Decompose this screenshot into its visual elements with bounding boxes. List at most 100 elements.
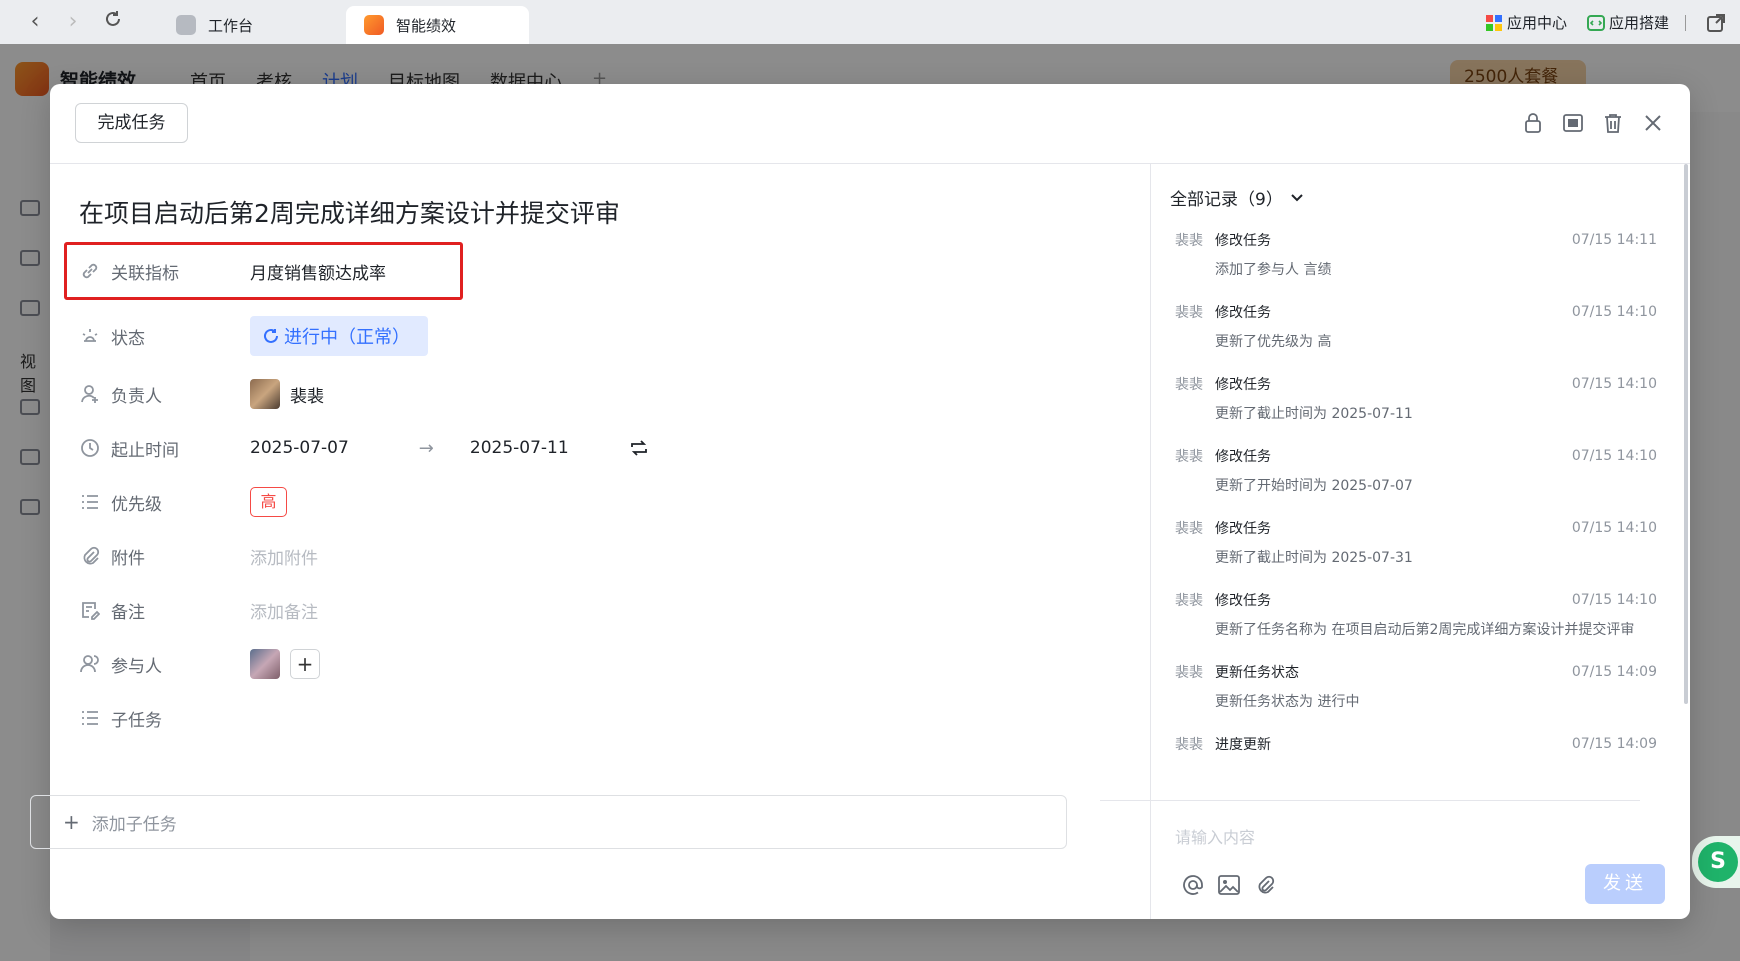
records-filter[interactable]: 全部记录（9）: [1170, 185, 1305, 210]
records-list: 裴裴 修改任务 07/15 14:11 添加了参与人 言绩 裴裴 修改任务 07/15 …: [1175, 222, 1657, 790]
record-user: 裴裴: [1175, 305, 1203, 321]
divider: [1685, 14, 1686, 31]
end-date[interactable]: 2025-07-11: [470, 438, 569, 458]
participant-avatar[interactable]: [250, 649, 280, 679]
record-item: 裴裴 进度更新 07/15 14:09: [1175, 726, 1657, 762]
image-icon[interactable]: [1216, 872, 1242, 898]
app-builder-icon: [1586, 14, 1605, 31]
record-user: 裴裴: [1175, 665, 1203, 681]
link-icon: [79, 260, 101, 282]
status-pill[interactable]: 进行中（正常）: [250, 316, 428, 356]
record-time: 07/15 14:10: [1571, 592, 1657, 608]
send-button[interactable]: 发送: [1585, 864, 1665, 904]
chevron-down-icon: [1291, 193, 1303, 201]
record-time: 07/15 14:11: [1571, 232, 1657, 248]
record-desc: 添加了参与人 言绩: [1215, 262, 1332, 278]
owner-name: 裴裴: [290, 386, 324, 407]
record-item: 裴裴 修改任务 07/15 14:10 更新了截止时间为 2025-07-31: [1175, 510, 1657, 570]
record-item: 裴裴 修改任务 07/15 14:10 更新了任务名称为 在项目启动后第2周完成详细…: [1175, 582, 1657, 642]
plus-icon: +: [63, 810, 80, 834]
status-icon: [79, 325, 101, 347]
records-header: 全部记录（9）: [1170, 190, 1283, 210]
priority-tag[interactable]: 高: [250, 487, 287, 517]
add-subtask-label: 添加子任务: [91, 814, 177, 835]
field-label: 关联指标: [111, 263, 179, 284]
record-desc: 更新了截止时间为 2025-07-31: [1215, 550, 1413, 566]
refresh-icon[interactable]: [100, 9, 126, 35]
field-linked-metric[interactable]: 关联指标 月度销售额达成率: [79, 251, 1139, 291]
record-action: 修改任务: [1215, 449, 1271, 465]
linked-metric-value[interactable]: 月度销售额达成率: [250, 259, 386, 284]
tab-label: 智能绩效: [396, 16, 457, 35]
comment-input[interactable]: 请输入内容: [1175, 824, 1255, 848]
field-priority: 优先级 高: [79, 482, 1139, 522]
note-icon: [79, 599, 101, 621]
assistant-fab[interactable]: S: [1692, 836, 1740, 888]
app-builder-label: 应用搭建: [1608, 14, 1669, 32]
users-icon: [79, 653, 101, 675]
record-user: 裴裴: [1175, 449, 1203, 465]
field-label: 负责人: [111, 386, 162, 407]
record-desc: 更新了开始时间为 2025-07-07: [1215, 478, 1413, 494]
record-desc: 更新了截止时间为 2025-07-11: [1215, 406, 1413, 422]
record-time: 07/15 14:10: [1571, 448, 1657, 464]
tab-label: 工作台: [208, 16, 254, 35]
record-user: 裴裴: [1175, 737, 1203, 753]
record-item: 裴裴 修改任务 07/15 14:10 更新了开始时间为 2025-07-07: [1175, 438, 1657, 498]
field-label: 附件: [111, 548, 145, 569]
field-label: 参与人: [111, 656, 162, 677]
record-desc: 更新了优先级为 高: [1215, 334, 1332, 350]
attachment-icon[interactable]: [1252, 872, 1278, 898]
record-time: 07/15 14:10: [1571, 376, 1657, 392]
record-desc: 更新任务状态为 进行中: [1215, 694, 1360, 710]
record-time: 07/15 14:09: [1571, 736, 1657, 752]
app-center-label: 应用中心: [1506, 14, 1567, 32]
forward-icon[interactable]: ›: [60, 9, 86, 35]
divider: [1100, 800, 1640, 801]
open-external-icon[interactable]: [1706, 13, 1726, 33]
field-attachment: 附件 添加附件: [79, 536, 1139, 576]
browser-toolbar: ‹ › 工作台 智能绩效 应用中心 应用搭建: [0, 0, 1740, 44]
record-user: 裴裴: [1175, 233, 1203, 249]
arrow-right-icon: →: [418, 437, 434, 459]
record-item: 裴裴 修改任务 07/15 14:11 添加了参与人 言绩: [1175, 222, 1657, 282]
field-label: 起止时间: [111, 440, 179, 461]
tab-smart-performance[interactable]: 智能绩效: [346, 6, 529, 44]
field-label: 子任务: [111, 710, 162, 731]
record-action: 修改任务: [1215, 593, 1271, 609]
task-title[interactable]: 在项目启动后第2周完成详细方案设计并提交评审: [79, 194, 620, 230]
field-label: 优先级: [111, 494, 162, 515]
record-time: 07/15 14:09: [1571, 664, 1657, 680]
app-center-link[interactable]: 应用中心: [1485, 12, 1567, 33]
back-icon[interactable]: ‹: [22, 9, 48, 35]
paperclip-icon: [79, 545, 101, 567]
start-date[interactable]: 2025-07-07: [250, 438, 349, 458]
field-label: 备注: [111, 602, 145, 623]
field-participants: 参与人 +: [79, 644, 1139, 684]
mention-icon[interactable]: [1180, 872, 1206, 898]
priority-icon: [79, 491, 101, 513]
app-center-icon: [1485, 14, 1502, 31]
field-subtasks: 子任务: [79, 698, 1139, 738]
field-label: 状态: [111, 328, 145, 349]
owner-value[interactable]: 裴裴: [250, 379, 324, 409]
record-action: 修改任务: [1215, 377, 1271, 393]
record-action: 进度更新: [1215, 737, 1271, 753]
app-builder-link[interactable]: 应用搭建: [1586, 12, 1669, 33]
status-value: 进行中（正常）: [284, 327, 410, 348]
add-subtask-button[interactable]: + 添加子任务: [30, 795, 1067, 849]
add-note-link[interactable]: 添加备注: [250, 598, 318, 623]
add-attachment-link[interactable]: 添加附件: [250, 544, 318, 569]
tab-workbench[interactable]: 工作台: [158, 6, 271, 44]
avatar: [250, 379, 280, 409]
record-action: 修改任务: [1215, 305, 1271, 321]
field-status: 状态 进行中（正常）: [79, 316, 1139, 356]
add-participant-button[interactable]: +: [290, 649, 320, 679]
clock-icon: [79, 437, 101, 459]
repeat-icon[interactable]: [629, 439, 649, 457]
app-logo-icon: [364, 15, 384, 35]
record-action: 修改任务: [1215, 233, 1271, 249]
field-owner: 负责人 裴裴: [79, 374, 1139, 414]
record-user: 裴裴: [1175, 377, 1203, 393]
field-dates: 起止时间 2025-07-07 → 2025-07-11: [79, 428, 1139, 468]
